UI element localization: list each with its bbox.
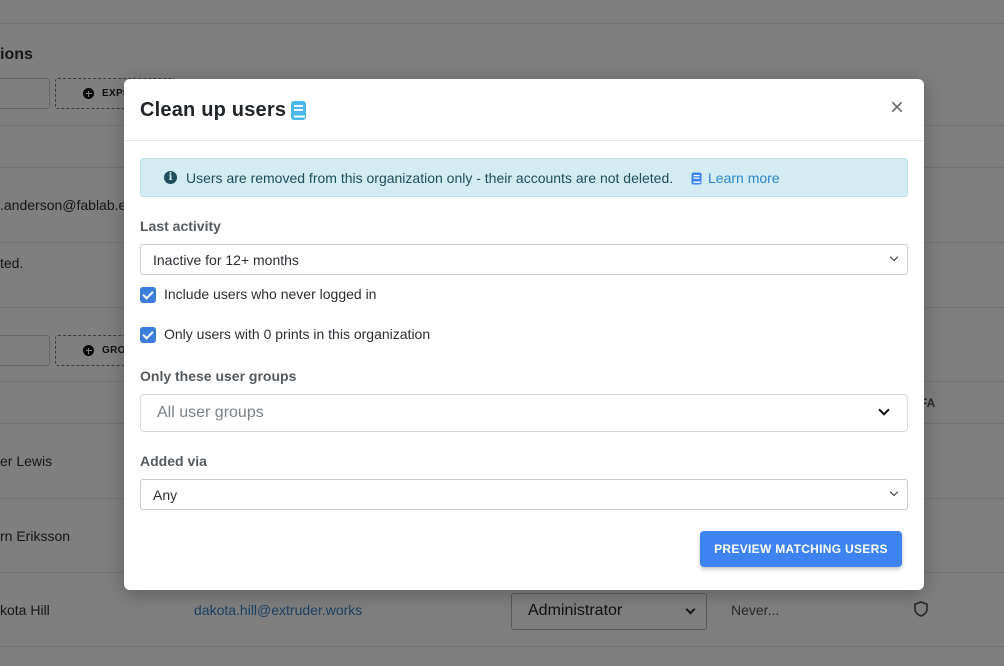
checkbox-label: Include users who never logged in (164, 286, 377, 302)
learn-more-link[interactable]: Learn more (691, 170, 780, 186)
chevron-down-icon (889, 487, 899, 497)
user-groups-select[interactable]: All user groups (140, 394, 908, 432)
clean-up-users-modal: Clean up users × i Users are removed fro… (124, 79, 924, 590)
last-activity-select[interactable]: Inactive for 12+ months (140, 244, 908, 275)
checkbox-label: Only users with 0 prints in this organiz… (164, 326, 431, 342)
info-alert: i Users are removed from this organizati… (140, 158, 908, 197)
added-via-select[interactable]: Any (140, 479, 908, 510)
added-via-label: Added via (140, 453, 207, 469)
last-activity-label: Last activity (140, 218, 221, 234)
preview-matching-users-button[interactable]: PREVIEW MATCHING USERS (700, 531, 902, 567)
check-icon[interactable] (140, 287, 156, 303)
alert-message: Users are removed from this organization… (186, 170, 674, 186)
check-icon[interactable] (140, 327, 156, 343)
chevron-down-icon (889, 252, 899, 262)
book-icon[interactable] (290, 100, 307, 121)
chevron-down-icon (878, 404, 890, 416)
book-icon (691, 172, 702, 185)
info-icon: i (164, 171, 177, 184)
close-icon[interactable]: × (884, 95, 910, 121)
modal-header: Clean up users × (124, 79, 924, 141)
modal-title: Clean up users (140, 99, 287, 121)
user-groups-label: Only these user groups (140, 368, 297, 384)
